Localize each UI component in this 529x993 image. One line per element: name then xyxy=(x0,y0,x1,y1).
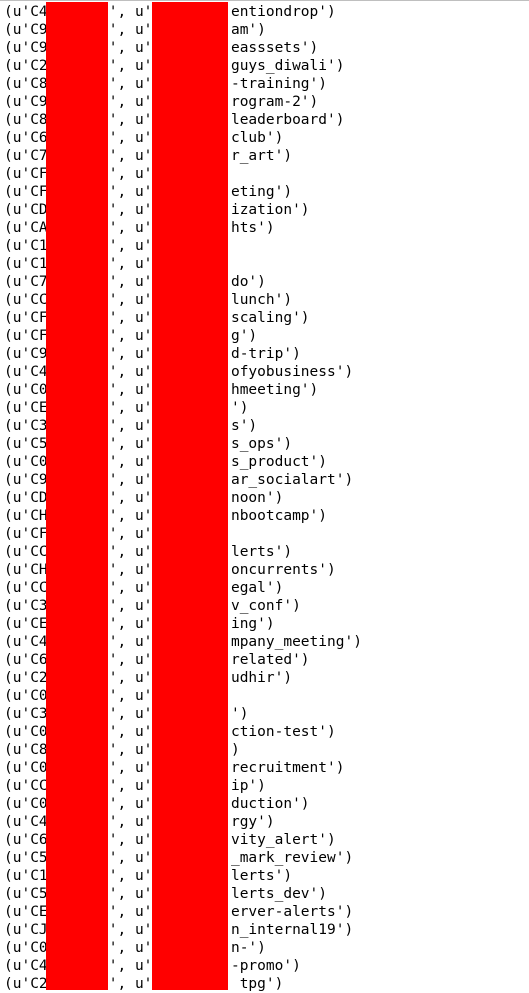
redaction-bar-right xyxy=(152,2,228,990)
redaction-bar-left xyxy=(46,2,108,990)
